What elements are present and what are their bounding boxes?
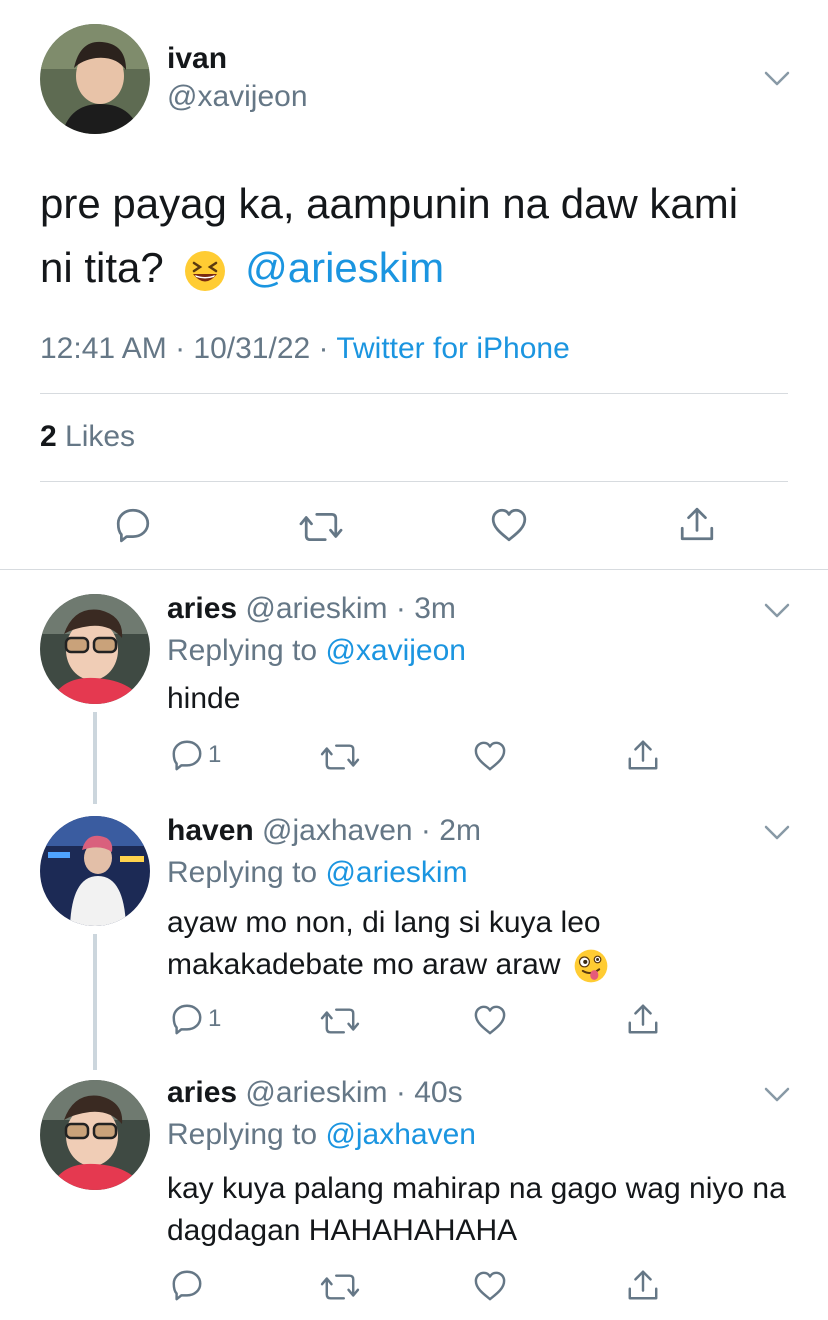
share-icon[interactable] [626, 1268, 660, 1302]
author-name[interactable]: aries [167, 1076, 237, 1109]
main-tweet: ivan @xavijeon pre payag ka, aampunin na… [0, 0, 828, 570]
author-handle-time[interactable]: @jaxhaven · 2m [254, 814, 481, 847]
reply-header: haven @jaxhaven · 2m [167, 814, 481, 848]
zany-face-emoji [574, 949, 608, 983]
reply-icon[interactable] [170, 1268, 204, 1302]
author-handle-time[interactable]: @arieskim · 3m [237, 592, 455, 625]
chevron-down-icon[interactable] [763, 602, 791, 620]
replying-prefix: Replying to [167, 856, 326, 889]
author-name[interactable]: ivan [167, 42, 227, 76]
reply-text: hinde [167, 682, 241, 715]
reply-text: kay kuya palang mahirap na gago wag niyo… [167, 1172, 786, 1247]
like-icon[interactable] [473, 740, 507, 772]
replying-prefix: Replying to [167, 1118, 326, 1151]
reply-button[interactable]: 1 [170, 738, 221, 772]
likes-label: Likes [56, 420, 136, 453]
avatar[interactable] [40, 24, 150, 134]
chevron-down-icon[interactable] [763, 70, 791, 88]
reply-icon [170, 738, 204, 772]
tweet-source-link[interactable]: Twitter for iPhone [336, 332, 569, 365]
reply-tweet: haven @jaxhaven · 2m Replying to @ariesk… [0, 810, 828, 1072]
retweet-icon[interactable] [320, 1270, 360, 1304]
avatar[interactable] [40, 1080, 150, 1190]
replying-to-link[interactable]: @xavijeon [325, 634, 466, 667]
chevron-down-icon[interactable] [763, 824, 791, 842]
reply-text: ayaw mo non, di lang si kuya leo makakad… [167, 902, 647, 986]
avatar[interactable] [40, 594, 150, 704]
tweet-text-line1: pre payag ka, aampunin na daw kami [40, 180, 739, 227]
reply-header: aries @arieskim · 3m [167, 592, 456, 626]
tweet-text-line2: ni tita? @arieskim [40, 236, 800, 300]
divider [40, 481, 788, 482]
reply-count: 1 [208, 741, 222, 768]
divider [40, 393, 788, 394]
replying-to: Replying to @arieskim [167, 856, 468, 890]
like-icon[interactable] [473, 1270, 507, 1302]
like-icon[interactable] [473, 1004, 507, 1036]
reply-icon [170, 1002, 204, 1036]
reply-icon[interactable] [114, 506, 152, 544]
replying-prefix: Replying to [167, 634, 326, 667]
mention-link[interactable]: @arieskim [245, 244, 444, 291]
tweet-text-line2-words: ni tita? [40, 244, 164, 291]
grinning-squinting-emoji [185, 250, 226, 291]
author-name[interactable]: haven [167, 814, 254, 847]
replying-to: Replying to @jaxhaven [167, 1118, 476, 1152]
share-icon[interactable] [626, 1002, 660, 1036]
replying-to-link[interactable]: @jaxhaven [325, 1118, 476, 1151]
author-name[interactable]: aries [167, 592, 237, 625]
likes-number: 2 [40, 420, 57, 453]
share-icon[interactable] [678, 505, 716, 543]
reply-tweet: aries @arieskim · 40s Replying to @jaxha… [0, 1072, 828, 1320]
reply-text-content: ayaw mo non, di lang si kuya leo makakad… [167, 906, 601, 981]
share-icon[interactable] [626, 738, 660, 772]
replying-to-link[interactable]: @arieskim [325, 856, 467, 889]
retweet-icon[interactable] [320, 740, 360, 774]
likes-count[interactable]: 2 Likes [40, 420, 135, 454]
author-handle[interactable]: @xavijeon [167, 80, 308, 114]
retweet-icon[interactable] [320, 1004, 360, 1038]
tweet-text: pre payag ka, aampunin na daw kami ni ti… [40, 172, 800, 300]
like-icon[interactable] [490, 507, 528, 543]
replying-to: Replying to @xavijeon [167, 634, 466, 668]
reply-button[interactable]: 1 [170, 1002, 221, 1036]
tweet-timestamp: 12:41 AM · 10/31/22 · Twitter for iPhone [40, 332, 570, 366]
chevron-down-icon[interactable] [763, 1086, 791, 1104]
retweet-icon[interactable] [299, 508, 343, 546]
reply-header: aries @arieskim · 40s [167, 1076, 463, 1110]
tweet-time: 12:41 AM · 10/31/22 · [40, 332, 337, 365]
reply-count: 1 [208, 1005, 222, 1032]
reply-tweet: aries @arieskim · 3m Replying to @xavije… [0, 570, 828, 810]
author-handle-time[interactable]: @arieskim · 40s [237, 1076, 462, 1109]
avatar[interactable] [40, 816, 150, 926]
